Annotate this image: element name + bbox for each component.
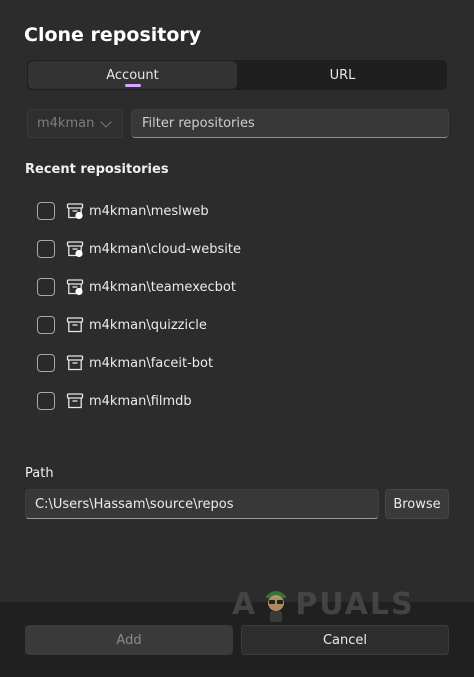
cancel-button[interactable]: Cancel [241, 625, 449, 655]
repo-checkbox[interactable] [37, 278, 55, 296]
watermark-text-left: A [232, 586, 258, 622]
path-label: Path [25, 466, 54, 481]
filter-repositories-input[interactable] [131, 109, 449, 138]
repo-private-icon [66, 279, 84, 296]
repo-checkbox[interactable] [37, 316, 55, 334]
repo-name: m4kman\meslweb [89, 203, 209, 219]
repo-private-icon [66, 241, 84, 258]
mascot-logo-icon [266, 591, 287, 622]
account-dropdown[interactable]: m4kman [27, 109, 123, 138]
tab-account[interactable]: Account [28, 61, 237, 89]
repo-checkbox[interactable] [37, 392, 55, 410]
repo-name: m4kman\cloud-website [89, 241, 241, 257]
clone-repository-dialog: Clone repository Account URL m4kman Rece… [0, 0, 474, 677]
account-dropdown-value: m4kman [37, 116, 95, 131]
repo-name: m4kman\faceit-bot [89, 355, 214, 371]
dialog-title: Clone repository [24, 24, 202, 46]
repo-private-icon [66, 203, 84, 220]
recent-repositories-list: m4kman\meslweb m4kman\cloud-website m4km… [37, 192, 457, 420]
list-item[interactable]: m4kman\meslweb [37, 192, 457, 230]
list-item[interactable]: m4kman\cloud-website [37, 230, 457, 268]
repo-icon [66, 355, 84, 371]
appuals-watermark: A PUALS [232, 584, 415, 624]
tab-url[interactable]: URL [238, 60, 447, 90]
repo-checkbox[interactable] [37, 354, 55, 372]
repo-name: m4kman\teamexecbot [89, 279, 236, 295]
repo-name: m4kman\filmdb [89, 393, 192, 409]
list-item[interactable]: m4kman\teamexecbot [37, 268, 457, 306]
browse-button[interactable]: Browse [385, 489, 449, 519]
repo-checkbox[interactable] [37, 240, 55, 258]
path-input[interactable] [25, 489, 379, 519]
tab-bar: Account URL [27, 60, 447, 90]
repo-icon [66, 317, 84, 333]
repo-checkbox[interactable] [37, 202, 55, 220]
watermark-text-right: PUALS [295, 586, 415, 622]
add-button[interactable]: Add [25, 625, 233, 655]
list-item[interactable]: m4kman\faceit-bot [37, 344, 457, 382]
list-item[interactable]: m4kman\quizzicle [37, 306, 457, 344]
chevron-down-icon [100, 116, 112, 128]
repo-icon [66, 393, 84, 409]
list-item[interactable]: m4kman\filmdb [37, 382, 457, 420]
repo-name: m4kman\quizzicle [89, 317, 207, 333]
recent-repositories-heading: Recent repositories [25, 162, 169, 177]
